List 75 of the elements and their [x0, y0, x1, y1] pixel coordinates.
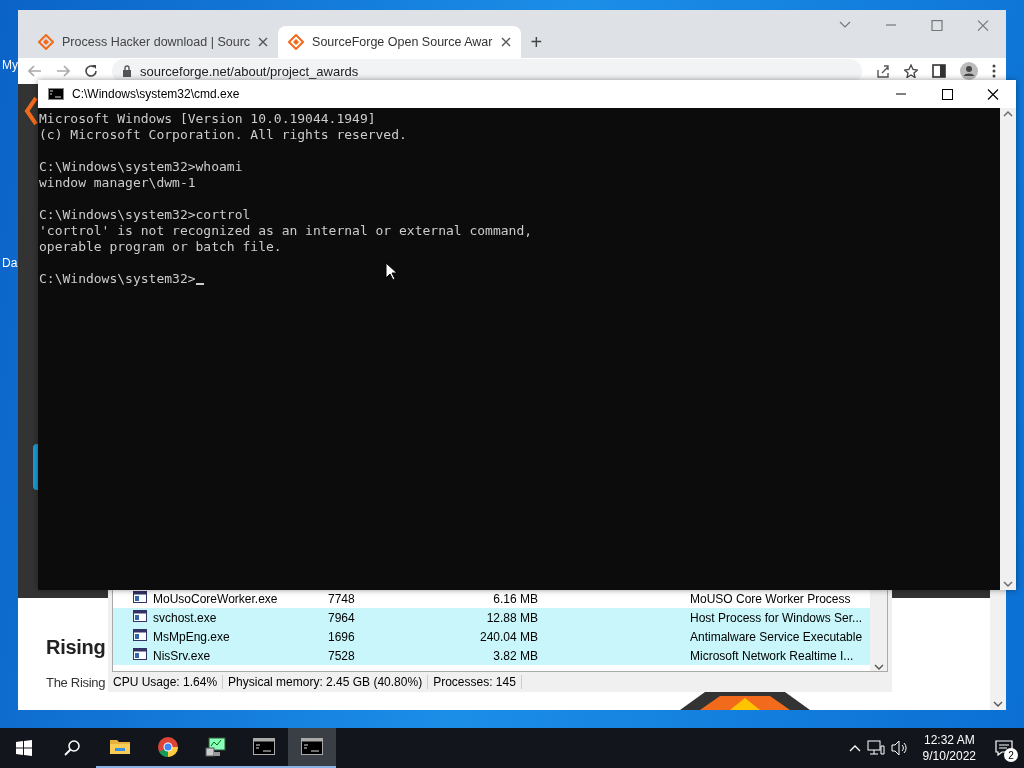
process-description: MoUSO Core Worker Process — [690, 591, 851, 606]
network-icon[interactable] — [866, 740, 885, 756]
clock-time[interactable]: 12:32 AM — [923, 732, 975, 748]
process-row[interactable]: svchost.exe 7964 12.88 MB Host Process for Windows Ser... — [113, 608, 870, 627]
status-text: Physical memory: 2.45 GB (40.80%) — [223, 675, 429, 689]
share-icon[interactable] — [876, 64, 890, 78]
process-description: Microsoft Network Realtime I... — [690, 648, 854, 663]
sourceforge-logo-icon — [288, 34, 305, 50]
process-row[interactable]: NisSrv.exe 7528 3.82 MB Microsoft Network Realtime I... — [113, 646, 870, 665]
process-memory: 240.04 MB — [478, 629, 538, 644]
window-icon — [133, 591, 147, 603]
process-description: Antimalware Service Executable — [690, 629, 863, 644]
url-text: sourceforge.net/about/project_awards — [140, 63, 359, 79]
console-icon — [253, 736, 275, 758]
process-name: NisSrv.exe — [152, 648, 212, 663]
console-line: C:\Windows\system32>whoami — [39, 159, 244, 175]
reload-icon[interactable] — [84, 64, 98, 78]
chrome-icon — [157, 736, 179, 758]
desktop-icon-label[interactable]: Da — [2, 256, 18, 270]
process-pid: 7748 — [328, 591, 356, 606]
new-tab-button[interactable]: + — [530, 32, 543, 52]
taskbar-app-button[interactable] — [288, 728, 336, 768]
scrollbar[interactable] — [1000, 108, 1016, 590]
maximize-icon[interactable] — [941, 88, 953, 100]
console-line: (c) Microsoft Corporation. All rights reserved. — [39, 127, 408, 143]
speaker-icon[interactable] — [890, 740, 909, 756]
chevron-up-icon[interactable] — [848, 744, 861, 752]
sidebar-icon[interactable] — [932, 64, 946, 78]
console-icon — [301, 736, 323, 758]
process-name: MsMpEng.exe — [152, 629, 231, 644]
process-description: Host Process for Windows Ser... — [690, 610, 863, 625]
process-memory: 6.16 MB — [492, 591, 538, 606]
process-memory: 3.82 MB — [492, 648, 538, 663]
browser-tab[interactable]: Process Hacker download | Sourc — [28, 26, 279, 58]
console-line: 'cortrol' is not recognized as an internal or external command, — [39, 223, 534, 239]
lock-icon — [122, 65, 132, 77]
star-icon[interactable] — [904, 64, 918, 78]
menu-icon[interactable] — [992, 64, 996, 78]
process-pid: 1696 — [328, 629, 356, 644]
windows-start-icon[interactable] — [16, 740, 32, 756]
window-icon — [133, 648, 147, 660]
sourceforge-logo-icon — [38, 34, 54, 50]
process-name: svchost.exe — [152, 610, 218, 625]
console-prompt: C:\Windows\system32> — [39, 271, 196, 286]
process-pid: 7964 — [328, 610, 356, 625]
address-bar[interactable]: sourceforge.net/about/project_awards — [112, 59, 862, 83]
profile-icon[interactable] — [960, 62, 978, 80]
page-paragraph: The Rising — [46, 675, 106, 690]
back-chevron-icon[interactable] — [24, 96, 38, 126]
console-line: window manager\dwm-1 — [39, 175, 197, 191]
window-icon — [133, 610, 147, 622]
close-icon[interactable] — [500, 37, 511, 47]
browser-tab[interactable]: SourceForge Open Source Awar — [278, 26, 521, 58]
console-line: Microsoft Windows [Version 10.0.19044.1949] — [39, 111, 377, 127]
window-icon — [133, 629, 147, 641]
window-title: C:\Windows\system32\cmd.exe — [72, 87, 240, 101]
process-row[interactable]: MsMpEng.exe 1696 240.04 MB Antimalware Service Executable — [113, 627, 870, 646]
console-icon — [48, 88, 64, 100]
process-name: MoUsoCoreWorker.exe — [152, 591, 279, 606]
console-line: operable program or batch file. — [39, 239, 283, 255]
scroll-down-icon[interactable] — [873, 663, 884, 671]
monitor-icon — [205, 736, 227, 758]
close-icon[interactable] — [987, 88, 999, 100]
status-text: CPU Usage: 1.64% — [108, 675, 224, 689]
desktop-icon-label[interactable]: My — [2, 58, 18, 72]
notification-count: 2 — [1004, 748, 1018, 762]
process-pid: 7528 — [328, 648, 356, 663]
console-line: C:\Windows\system32>cortrol — [39, 207, 252, 223]
status-text: Processes: 145 — [428, 675, 522, 689]
mouse-pointer-icon — [385, 262, 397, 281]
text-cursor — [195, 283, 204, 285]
page-heading: Rising — [46, 636, 106, 659]
clock-date[interactable]: 9/10/2022 — [922, 748, 976, 764]
process-memory: 12.88 MB — [485, 610, 538, 625]
search-icon[interactable] — [64, 740, 80, 756]
